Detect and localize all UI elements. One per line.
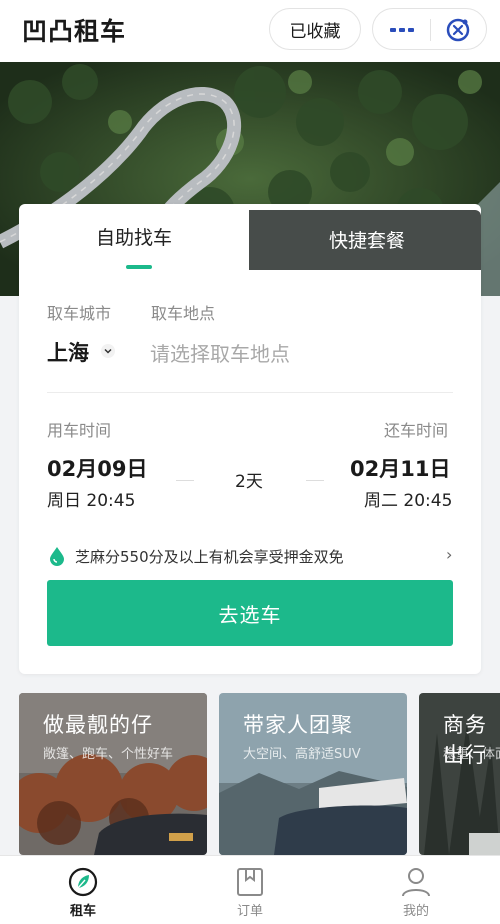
promo-subtitle: 大空间、高舒适SUV (243, 747, 361, 762)
nav-label: 租车 (69, 904, 96, 919)
promo-subtitle: 敞篷、跑车、个性好车 (43, 747, 174, 762)
bottom-tab-bar: 租车 订单 我的 (0, 855, 500, 924)
capsule-divider (430, 19, 431, 41)
nav-label: 我的 (402, 904, 429, 919)
promo-title: 带家人团聚 (243, 713, 353, 737)
pickup-location-label: 取车地点 (151, 304, 216, 323)
promo-card-business[interactable]: 商务出行 稳重、体面 (419, 693, 500, 855)
mini-program-capsule (372, 8, 487, 50)
end-weekday-time[interactable]: 周二 20:45 (364, 486, 452, 511)
rental-duration: 2天 (235, 472, 263, 492)
nav-item-orders[interactable]: 订单 (200, 856, 300, 924)
pickup-location-input[interactable]: 请选择取车地点 (150, 338, 290, 367)
car-rental-icon (68, 867, 98, 897)
chevron-right-icon[interactable]: › (446, 545, 452, 564)
choose-car-button[interactable]: 去选车 (47, 580, 453, 646)
end-time-label: 还车时间 (384, 421, 449, 440)
credit-deposit-tip[interactable]: 芝麻分550分及以上有机会享受押金双免 (75, 546, 344, 567)
water-drop-icon (50, 547, 64, 566)
nav-item-mine[interactable]: 我的 (366, 856, 466, 924)
end-date[interactable]: 02月11日 (350, 453, 450, 483)
order-icon (237, 868, 263, 896)
promo-subtitle: 稳重、体面 (443, 747, 500, 762)
tab-self-search[interactable]: 自助找车 (96, 223, 172, 250)
start-time-label: 用车时间 (47, 421, 112, 440)
nav-item-rent[interactable]: 租车 (33, 856, 133, 924)
city-selector[interactable]: 上海 (47, 337, 89, 367)
duration-dash-right (306, 480, 324, 481)
chevron-down-icon[interactable] (100, 343, 116, 359)
duration-dash-left (176, 480, 194, 481)
profile-icon (402, 868, 430, 897)
more-icon[interactable] (389, 21, 415, 39)
tab-quick-package[interactable]: 快捷套餐 (329, 226, 405, 253)
nav-label: 订单 (236, 904, 263, 919)
app-title: 凹凸租车 (22, 17, 127, 46)
close-mini-program-icon[interactable] (445, 17, 471, 43)
pickup-city-label: 取车城市 (47, 304, 112, 323)
start-weekday-time[interactable]: 周日 20:45 (47, 486, 135, 511)
start-date[interactable]: 02月09日 (47, 453, 147, 483)
promo-card-family[interactable]: 带家人团聚 大空间、高舒适SUV (219, 693, 407, 855)
divider (47, 392, 453, 393)
favorite-button[interactable]: 已收藏 (269, 8, 361, 50)
promo-card-sporty[interactable]: 做最靓的仔 敞篷、跑车、个性好车 (19, 693, 207, 855)
promo-title: 做最靓的仔 (43, 713, 153, 737)
active-tab-indicator (126, 265, 152, 269)
top-bar: 凹凸租车 已收藏 (0, 0, 500, 62)
